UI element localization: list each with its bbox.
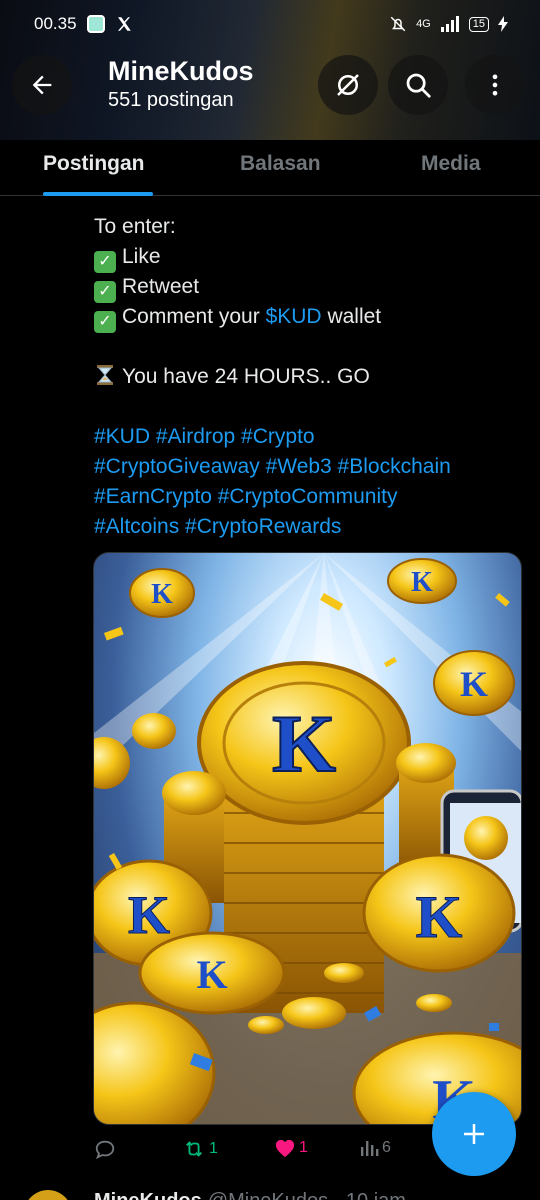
retweet-count: 1 xyxy=(209,1140,218,1157)
plus-icon xyxy=(464,1124,484,1144)
header-title: MineKudos 551 postingan xyxy=(108,55,254,112)
tweet-media-image[interactable]: K K K K K K K K xyxy=(93,552,522,1125)
checkmark-icon: ✓ xyxy=(94,311,116,333)
active-tab-indicator xyxy=(43,192,153,196)
cashtag-link[interactable]: $KUD xyxy=(266,305,322,328)
hashtags-line-4[interactable]: #Altcoins #CryptoRewards xyxy=(94,512,524,542)
back-arrow-icon xyxy=(32,75,52,95)
x-logo-icon xyxy=(117,17,131,31)
views-button[interactable]: 6 xyxy=(359,1138,391,1158)
svg-text:K: K xyxy=(416,884,463,950)
checkmark-icon: ✓ xyxy=(94,281,116,303)
checkmark-icon: ✓ xyxy=(94,251,116,273)
hashtags-line-2[interactable]: #CryptoGiveaway #Web3 #Blockchain xyxy=(94,452,524,482)
post-count: 551 postingan xyxy=(108,89,234,111)
step-comment: ✓ Comment your $KUD wallet xyxy=(94,302,524,333)
svg-text:K: K xyxy=(196,952,227,997)
grok-button[interactable] xyxy=(318,55,378,115)
reply-icon xyxy=(95,1140,115,1160)
profile-tabs: Postingan Balasan Media xyxy=(0,140,540,196)
status-time: 00.35 xyxy=(34,14,77,33)
next-tweet-handle: @MineKudos · 10 jam xyxy=(208,1190,406,1200)
mute-icon xyxy=(390,16,406,32)
battery-level: 15 xyxy=(468,16,489,32)
svg-text:K: K xyxy=(411,567,433,598)
heart-icon xyxy=(275,1139,295,1158)
retweet-button[interactable]: 1 xyxy=(182,1138,218,1160)
hourglass-icon xyxy=(97,365,113,385)
next-tweet-name: MineKudos xyxy=(94,1190,202,1200)
search-icon xyxy=(406,73,431,98)
tweet-text: To enter: ✓ Like ✓ Retweet ✓ Comment your $… xyxy=(94,212,524,542)
profile-name: MineKudos xyxy=(108,56,254,86)
reply-button[interactable] xyxy=(94,1138,119,1160)
search-button[interactable] xyxy=(388,55,448,115)
signal-icon xyxy=(440,16,459,32)
tab-media[interactable]: Media xyxy=(421,152,481,176)
more-vertical-icon xyxy=(492,74,498,96)
svg-text:K: K xyxy=(151,579,173,610)
coin-letter: K xyxy=(272,698,336,789)
avatar[interactable] xyxy=(24,1190,72,1200)
views-count: 6 xyxy=(382,1139,391,1156)
enter-heading: To enter: xyxy=(94,215,176,238)
retweet-icon xyxy=(186,1141,202,1157)
status-bar: 00.35 4G 15 xyxy=(0,0,540,48)
hashtags-line-3[interactable]: #EarnCrypto #CryptoCommunity xyxy=(94,482,524,512)
views-icon xyxy=(361,1141,379,1156)
tab-postingan[interactable]: Postingan xyxy=(43,152,145,176)
tab-balasan[interactable]: Balasan xyxy=(240,152,321,176)
step-retweet: ✓ Retweet xyxy=(94,272,524,303)
grok-icon xyxy=(337,74,359,96)
like-count: 1 xyxy=(299,1139,308,1156)
step-like: ✓ Like xyxy=(94,242,524,273)
like-button[interactable]: 1 xyxy=(274,1138,308,1158)
next-tweet[interactable]: MineKudos @MineKudos · 10 jam xyxy=(0,1180,540,1200)
svg-text:K: K xyxy=(460,664,488,704)
charging-icon xyxy=(498,16,508,32)
coins-illustration: K K K K K K K K xyxy=(94,553,521,1124)
notification-app-icon xyxy=(86,15,105,33)
compose-post-button[interactable] xyxy=(432,1092,516,1176)
network-type: 4G xyxy=(416,18,431,30)
svg-text:K: K xyxy=(128,885,170,945)
more-options-button[interactable] xyxy=(465,55,525,115)
tweet-actions: 1 1 6 xyxy=(94,1138,414,1168)
back-button[interactable] xyxy=(12,55,72,115)
deadline-line: You have 24 HOURS.. GO xyxy=(94,362,524,392)
hashtags-line-1[interactable]: #KUD #Airdrop #Crypto xyxy=(94,422,524,452)
